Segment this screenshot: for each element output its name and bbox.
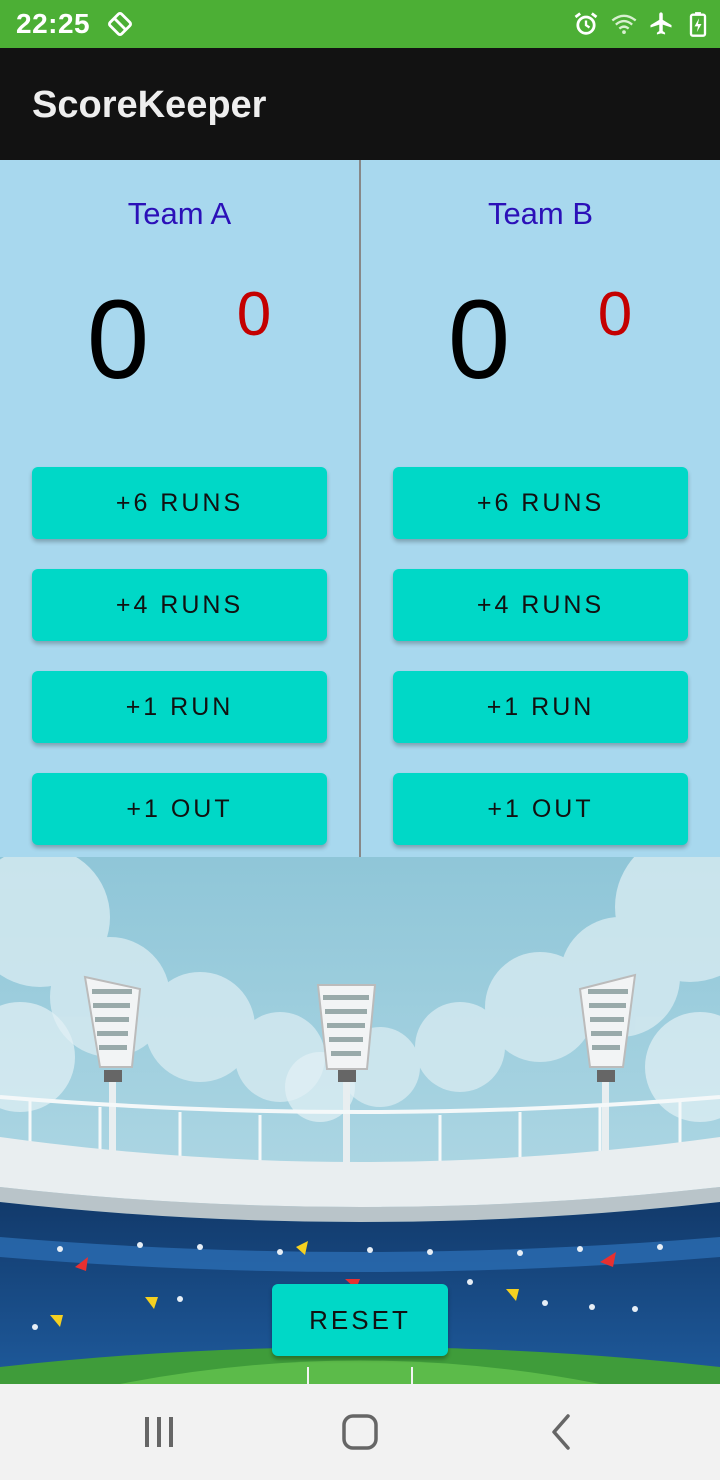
team-b-name: Team B [487,196,594,231]
status-time: 22:25 [16,8,91,39]
sync-off-icon [108,12,132,36]
team-a-panel: Team A 0 0 +6 RUNS +4 RUNS +1 RUN +1 OUT [0,160,359,857]
team-b-outs: 0 [597,280,633,349]
home-icon[interactable] [340,1412,380,1452]
battery-charging-icon [689,12,707,37]
team-b-one-run-button[interactable]: +1 RUN [393,671,688,743]
airplane-icon [650,12,672,35]
wifi-icon [611,14,637,35]
team-a-score: 0 [86,277,150,402]
status-bar: 22:25 [0,0,720,48]
app-bar: ScoreKeeper [0,48,720,160]
team-a-four-runs-button[interactable]: +4 RUNS [32,569,327,641]
reset-button[interactable]: RESET [272,1284,448,1356]
app-title: ScoreKeeper [32,84,267,126]
team-b-out-button[interactable]: +1 OUT [393,773,688,845]
team-b-four-runs-button[interactable]: +4 RUNS [393,569,688,641]
recents-icon[interactable] [139,1412,179,1452]
score-area: Team A 0 0 +6 RUNS +4 RUNS +1 RUN +1 OUT… [0,160,720,857]
team-a-out-button[interactable]: +1 OUT [32,773,327,845]
team-a-one-run-button[interactable]: +1 RUN [32,671,327,743]
team-b-score: 0 [447,277,511,402]
team-a-six-runs-button[interactable]: +6 RUNS [32,467,327,539]
team-b-panel: Team B 0 0 +6 RUNS +4 RUNS +1 RUN +1 OUT [361,160,720,857]
team-a-outs: 0 [236,280,272,349]
back-icon[interactable] [542,1412,582,1452]
team-b-six-runs-button[interactable]: +6 RUNS [393,467,688,539]
navigation-bar [0,1384,720,1480]
team-a-name: Team A [127,196,232,231]
alarm-icon [574,12,598,35]
